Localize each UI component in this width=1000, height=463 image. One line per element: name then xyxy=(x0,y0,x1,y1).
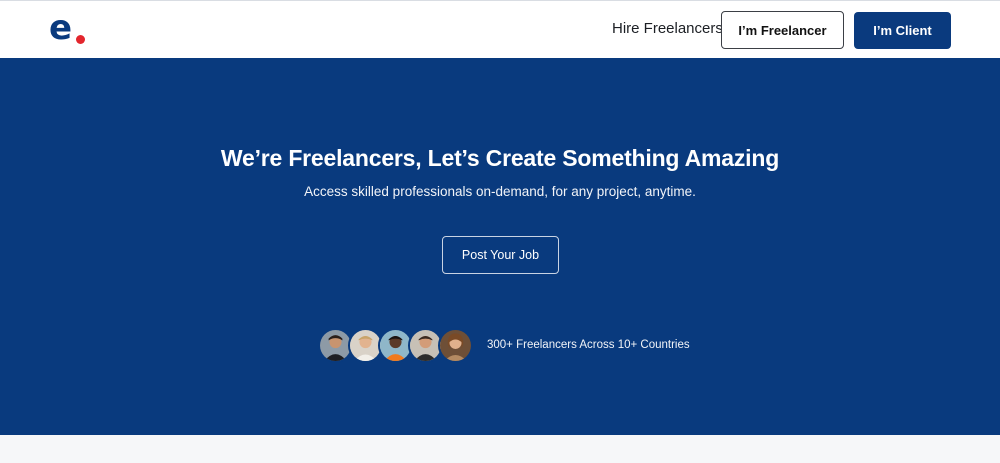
freelancer-avatar-group xyxy=(318,328,478,364)
freelancer-avatar-5 xyxy=(438,328,473,363)
social-proof-text: 300+ Freelancers Across 10+ Countries xyxy=(487,339,690,351)
next-section-edge xyxy=(0,435,1000,463)
logo-letter: e xyxy=(49,8,73,48)
hero-subtitle: Access skilled professionals on-demand, … xyxy=(304,184,696,199)
im-freelancer-button[interactable]: I’m Freelancer xyxy=(721,11,844,49)
logo-dot-icon xyxy=(76,35,85,44)
hero-section: We’re Freelancers, Let’s Create Somethin… xyxy=(0,58,1000,435)
brand-logo[interactable]: e xyxy=(49,8,89,48)
im-client-button[interactable]: I’m Client xyxy=(854,12,951,49)
post-your-job-button[interactable]: Post Your Job xyxy=(442,236,559,274)
nav-link-hire-freelancers[interactable]: Hire Freelancers xyxy=(612,20,723,37)
top-navigation-bar: e Hire Freelancers I’m Freelancer I’m Cl… xyxy=(0,0,1000,58)
hero-title: We’re Freelancers, Let’s Create Somethin… xyxy=(220,145,780,171)
